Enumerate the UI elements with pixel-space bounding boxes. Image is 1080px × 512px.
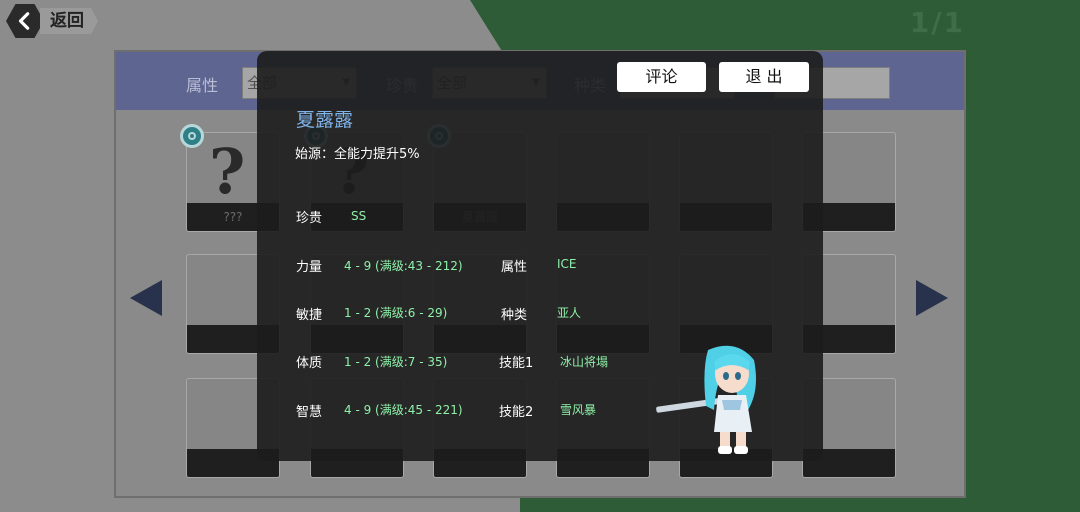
comment-button[interactable]: 评论: [617, 62, 706, 92]
stat-label: 体质: [296, 356, 323, 371]
rarity-value: SS: [351, 209, 367, 223]
back-button[interactable]: 返回: [6, 4, 104, 38]
triangle-right-icon[interactable]: [916, 280, 948, 316]
triangle-left-icon[interactable]: [130, 280, 162, 316]
origin-text: 始源：全能力提升5%: [295, 147, 420, 162]
info-value: 冰山将塌: [560, 355, 609, 369]
page-counter: 1/1: [909, 6, 965, 39]
info-label: 属性: [501, 260, 528, 275]
info-label: 技能1: [499, 356, 534, 371]
attribute-filter-label: 属性: [186, 76, 219, 95]
rarity-label: 珍贵: [296, 211, 323, 226]
ring-badge-icon: [180, 124, 204, 148]
stat-label: 智慧: [296, 405, 323, 420]
stat-value: 1 - 2 (满级:6 - 29): [344, 306, 448, 320]
info-label: 技能2: [499, 405, 534, 420]
info-label: 种类: [501, 308, 528, 323]
exit-button[interactable]: 退 出: [719, 62, 809, 92]
info-value: 雪风暴: [560, 403, 597, 417]
info-value: ICE: [557, 257, 577, 271]
character-name: 夏露露: [296, 109, 354, 131]
stat-value: 4 - 9 (满级:45 - 221): [344, 403, 463, 417]
info-value: 亚人: [557, 306, 582, 320]
stat-value: 1 - 2 (满级:7 - 35): [344, 355, 448, 369]
stat-label: 力量: [296, 260, 323, 275]
character-sprite: [656, 345, 756, 454]
stat-label: 敏捷: [296, 308, 323, 323]
chevron-left-icon: [6, 4, 44, 38]
back-label: 返回: [40, 8, 98, 34]
unknown-character-icon: ?: [209, 135, 246, 208]
stat-value: 4 - 9 (满级:43 - 212): [344, 259, 463, 273]
